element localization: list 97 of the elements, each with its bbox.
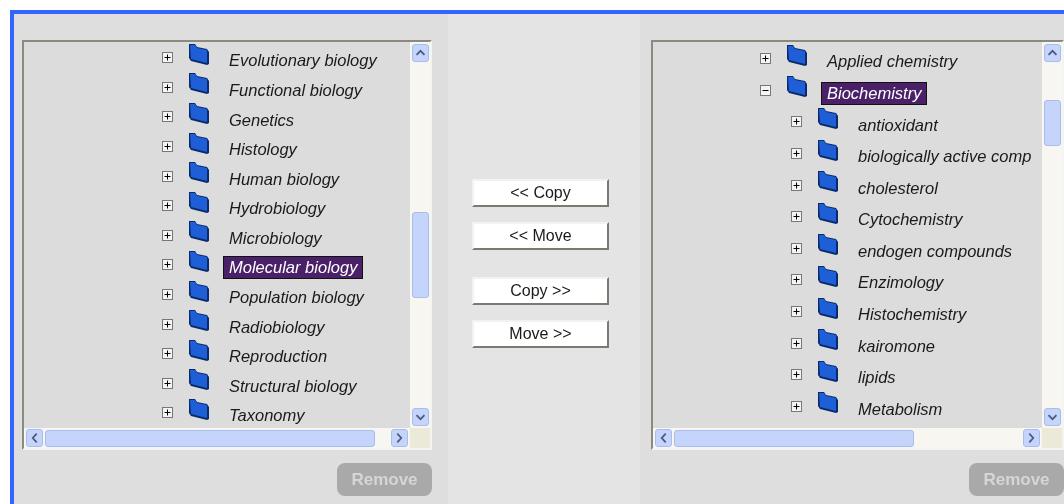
expand-icon[interactable]: [162, 259, 173, 271]
tree-item[interactable]: Molecular biology: [223, 256, 364, 280]
expand-icon[interactable]: [162, 407, 173, 419]
tree-item[interactable]: lipids: [852, 366, 902, 390]
expand-icon[interactable]: [791, 211, 802, 223]
expand-icon[interactable]: [162, 141, 173, 153]
folder-icon: [187, 278, 211, 303]
vertical-scrollbar[interactable]: [1042, 42, 1062, 428]
tree-item[interactable]: Population biology: [223, 286, 370, 310]
folder-icon: [187, 130, 211, 155]
transfer-button[interactable]: Move >>: [472, 320, 609, 348]
tree-item[interactable]: cholesterol: [852, 176, 944, 200]
scroll-left-icon[interactable]: [655, 429, 672, 447]
tree-item[interactable]: Microbiology: [223, 226, 328, 250]
scrollbar-corner: [1042, 428, 1062, 448]
collapse-icon[interactable]: [760, 84, 771, 96]
tree-item[interactable]: Structural biology: [223, 374, 363, 398]
expand-icon[interactable]: [791, 274, 802, 286]
expand-icon[interactable]: [162, 377, 173, 389]
scroll-right-icon[interactable]: [1023, 429, 1040, 447]
folder-icon: [187, 337, 211, 362]
expand-icon[interactable]: [791, 400, 802, 412]
scroll-thumb[interactable]: [411, 212, 429, 298]
expand-icon[interactable]: [162, 229, 173, 241]
scrollbar-corner: [410, 428, 430, 448]
expand-icon[interactable]: [760, 53, 771, 65]
folder-icon: [187, 71, 211, 96]
tree-item[interactable]: Functional biology: [223, 78, 368, 102]
transfer-button[interactable]: << Copy: [472, 179, 609, 207]
folder-icon: [816, 232, 840, 257]
expand-icon[interactable]: [791, 179, 802, 191]
tree-item[interactable]: Enzimology: [852, 271, 950, 295]
expand-icon[interactable]: [791, 369, 802, 381]
tree-item[interactable]: Radiobiology: [223, 315, 331, 339]
tree-item[interactable]: kairomone: [852, 334, 942, 358]
tree-item[interactable]: Reproduction: [223, 345, 334, 369]
tree-item[interactable]: endogen compounds: [852, 239, 1019, 263]
folder-icon: [187, 101, 211, 125]
tree-item[interactable]: Histochemistry: [852, 303, 973, 327]
tree-item[interactable]: Biochemistry: [821, 81, 928, 105]
folder-icon: [816, 327, 840, 352]
scroll-down-icon[interactable]: [1043, 408, 1061, 426]
scroll-thumb[interactable]: [1043, 100, 1061, 146]
folder-icon: [187, 308, 211, 333]
expand-icon[interactable]: [162, 52, 173, 64]
expand-icon[interactable]: [162, 111, 173, 123]
folder-icon: [816, 169, 840, 194]
scroll-up-icon[interactable]: [1043, 44, 1061, 62]
folder-icon: [816, 390, 840, 415]
folder-icon: [187, 367, 211, 392]
tree-item[interactable]: Metabolism: [852, 397, 949, 421]
transfer-button[interactable]: Copy >>: [472, 277, 609, 305]
folder-icon: [816, 200, 840, 225]
tree-item[interactable]: Genetics: [223, 108, 301, 132]
folder-icon: [187, 396, 211, 421]
expand-icon[interactable]: [791, 148, 802, 160]
transfer-button[interactable]: << Move: [472, 222, 609, 250]
scroll-thumb[interactable]: [45, 429, 375, 447]
horizontal-scrollbar[interactable]: [653, 428, 1042, 448]
folder-icon: [187, 160, 211, 185]
expand-icon[interactable]: [162, 348, 173, 360]
tree-item[interactable]: Histology: [223, 138, 303, 162]
tree-item[interactable]: Applied chemistry: [821, 50, 964, 74]
expand-icon[interactable]: [791, 306, 802, 318]
expand-icon[interactable]: [791, 116, 802, 128]
folder-icon: [816, 137, 840, 162]
tree-item[interactable]: Human biology: [223, 167, 346, 191]
expand-icon[interactable]: [791, 242, 802, 254]
scroll-down-icon[interactable]: [411, 408, 429, 426]
folder-icon: [816, 295, 840, 320]
expand-icon[interactable]: [162, 289, 173, 301]
folder-icon: [816, 106, 840, 130]
scroll-thumb[interactable]: [674, 429, 914, 447]
expand-icon[interactable]: [162, 200, 173, 212]
tree-item[interactable]: Cytochemistry: [852, 208, 969, 232]
horizontal-scrollbar[interactable]: [24, 428, 410, 448]
vertical-scrollbar[interactable]: [410, 42, 430, 428]
tree-item[interactable]: biologically active comp: [852, 145, 1038, 169]
folder-icon: [816, 263, 840, 288]
expand-icon[interactable]: [162, 81, 173, 93]
tree-item[interactable]: Evolutionary biology: [223, 49, 383, 73]
tree-item[interactable]: Hydrobiology: [223, 197, 332, 221]
folder-icon: [187, 42, 211, 66]
tree-item[interactable]: Taxonomy: [223, 404, 311, 428]
folder-icon: [187, 248, 211, 273]
expand-icon[interactable]: [162, 318, 173, 330]
scroll-left-icon[interactable]: [26, 429, 43, 447]
folder-icon: [187, 189, 211, 214]
tree-item[interactable]: antioxidant: [852, 113, 944, 137]
folder-icon: [785, 74, 809, 99]
folder-icon: [816, 358, 840, 383]
scroll-right-icon[interactable]: [391, 429, 408, 447]
scroll-up-icon[interactable]: [411, 44, 429, 62]
folder-icon: [187, 219, 211, 244]
folder-icon: [785, 42, 809, 67]
expand-icon[interactable]: [162, 170, 173, 182]
expand-icon[interactable]: [791, 337, 802, 349]
